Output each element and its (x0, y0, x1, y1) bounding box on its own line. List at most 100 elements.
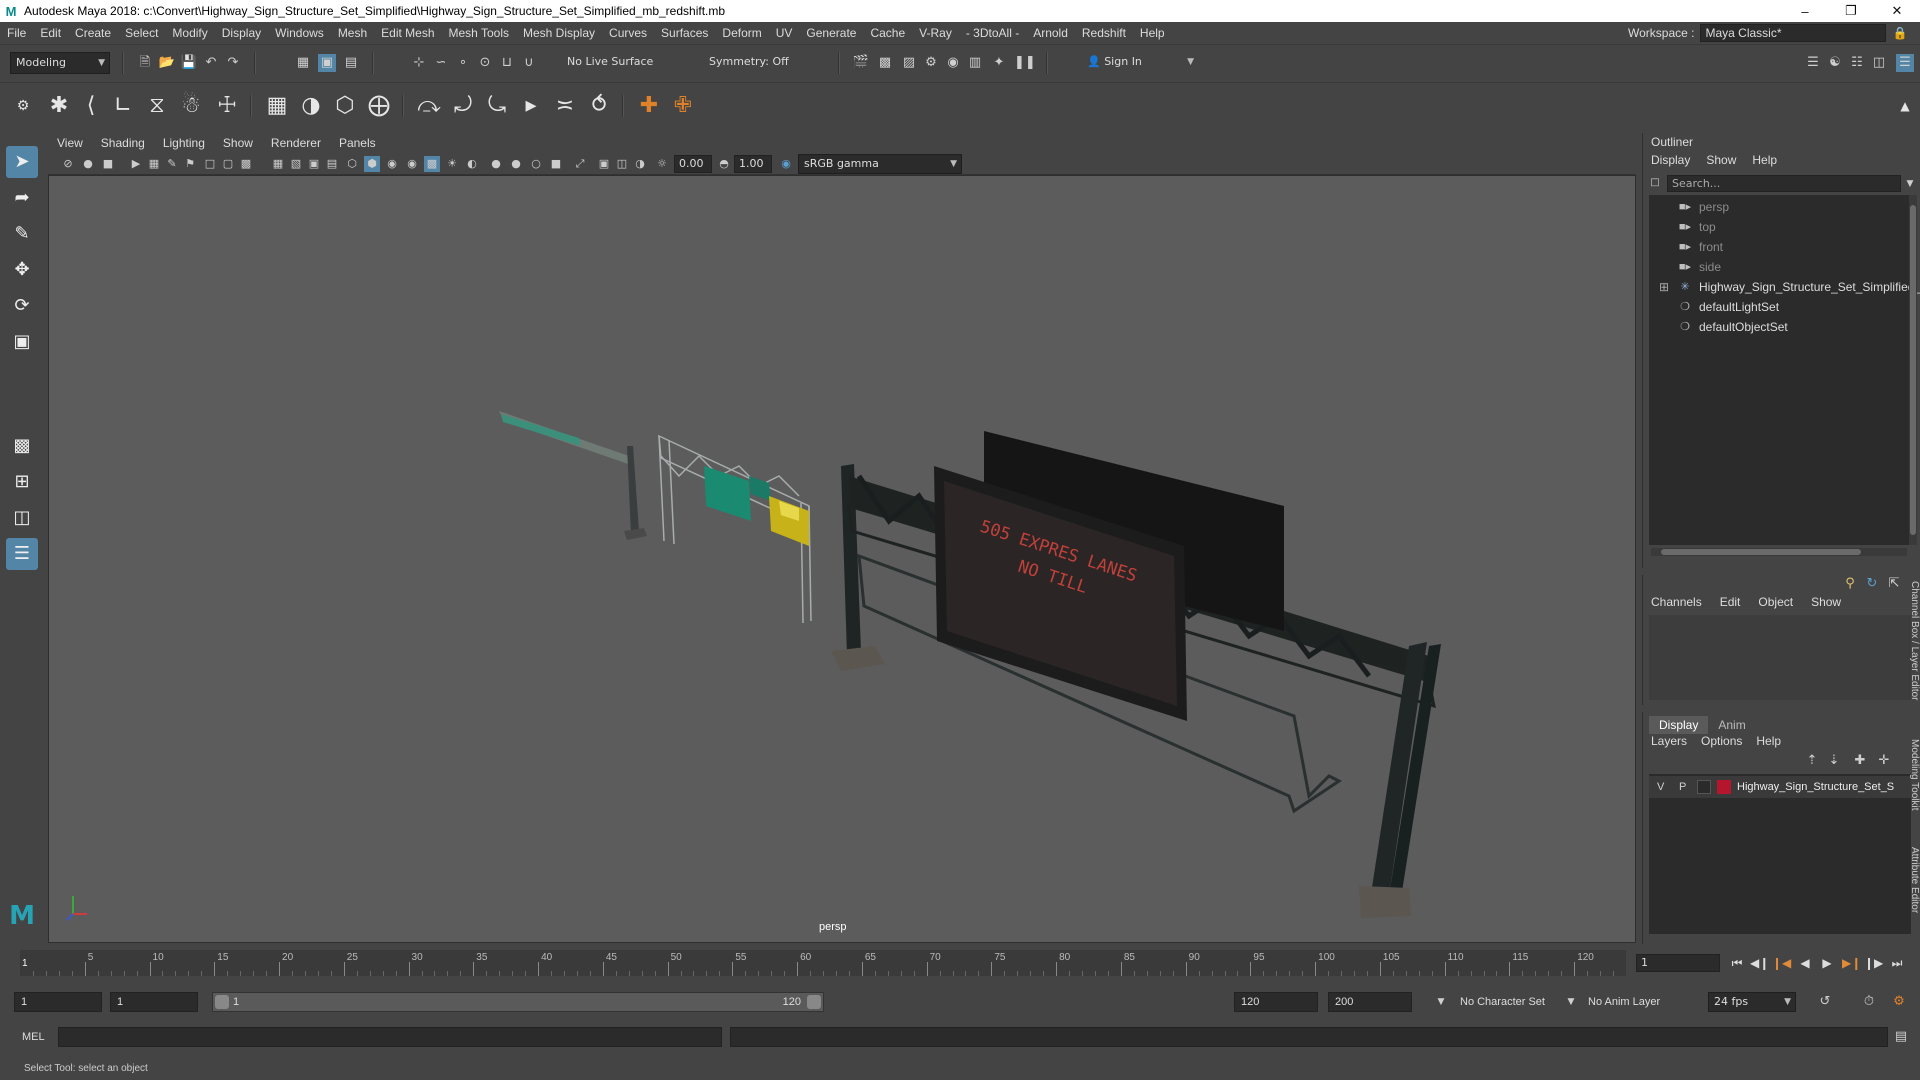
menu-modify[interactable]: Modify (165, 26, 214, 40)
outliner-item-top[interactable]: ■▸ top (1649, 217, 1911, 237)
layer-playback-toggle[interactable]: P (1679, 776, 1686, 798)
bookmark-flag-icon[interactable]: ⚑ (182, 156, 198, 172)
outliner-vertical-scrollbar[interactable] (1909, 195, 1917, 545)
exposure-toggle-icon[interactable]: ☼ (654, 156, 670, 172)
redo-icon[interactable]: ↷ (224, 54, 242, 72)
channel-menu-edit[interactable]: Edit (1720, 595, 1759, 609)
menu-help[interactable]: Help (1133, 26, 1172, 40)
isolate-select-icon[interactable]: ■ (548, 156, 564, 172)
lasso-tool-icon[interactable]: ➦ (6, 182, 38, 214)
scrollbar-thumb[interactable] (1910, 205, 1916, 535)
open-scene-icon[interactable]: 📂 (158, 54, 176, 72)
render-settings-icon[interactable]: ⚙ (922, 54, 940, 72)
expand-icon[interactable]: ⊞ (1659, 277, 1669, 297)
outliner-item-persp[interactable]: ■▸ persp (1649, 197, 1911, 217)
ambient-occlusion-icon[interactable]: ☀ (444, 156, 460, 172)
smooth-shade-icon[interactable]: ⬢ (364, 156, 380, 172)
snap-surface-icon[interactable]: ⊔ (498, 54, 516, 72)
xray-icon[interactable]: ● (488, 156, 504, 172)
menu-arnold[interactable]: Arnold (1026, 26, 1075, 40)
menu-edit[interactable]: Edit (33, 26, 68, 40)
image-plane-icon[interactable]: ▶ (128, 156, 144, 172)
camera-lock-icon[interactable]: ● (80, 156, 96, 172)
render-frame-icon[interactable]: ▩ (876, 54, 894, 72)
character-set-chevron-icon[interactable]: ▼ (1432, 993, 1450, 1011)
four-view-icon[interactable]: ⊞ (6, 466, 38, 498)
lattice-icon[interactable]: ▦ (262, 91, 292, 121)
mode-dropdown[interactable]: Modeling ▼ (10, 52, 110, 74)
rotate-tool-icon[interactable]: ⟳ (6, 290, 38, 322)
select-tool-icon[interactable]: ➤ (6, 146, 38, 178)
ipr-render-icon[interactable]: ▨ (900, 54, 918, 72)
menu-deform[interactable]: Deform (715, 26, 768, 40)
anim-layer-chevron-icon[interactable]: ▼ (1562, 993, 1580, 1011)
command-language-label[interactable]: MEL (22, 1028, 45, 1046)
menu-edit-mesh[interactable]: Edit Mesh (374, 26, 441, 40)
snap-magnet-icon[interactable]: ∪ (520, 54, 538, 72)
lock-icon[interactable]: 🔒 (1892, 26, 1907, 40)
outliner-item-highway-group[interactable]: ⊞ ✳ Highway_Sign_Structure_Set_Simplified_ (1649, 277, 1920, 297)
render-view-icon[interactable]: 🎬 (852, 54, 870, 72)
step-back-icon[interactable]: ◀❙ (1750, 954, 1769, 972)
exposure-field[interactable]: 0.00 (674, 155, 712, 173)
channel-box-icon[interactable]: ☰ (1896, 54, 1914, 72)
menu-file[interactable]: File (0, 26, 33, 40)
bookmark-icon[interactable]: ■ (100, 156, 116, 172)
layer-menu-options[interactable]: Options (1701, 734, 1756, 748)
color-space-dropdown[interactable]: sRGB gamma ▼ (798, 154, 962, 174)
loop-icon[interactable]: ↺ (1816, 993, 1834, 1011)
grid-icon[interactable]: ▦ (270, 156, 286, 172)
menu-mesh[interactable]: Mesh (331, 26, 374, 40)
light-editor-icon[interactable]: ✦ (990, 54, 1008, 72)
menu-redshift[interactable]: Redshift (1075, 26, 1133, 40)
step-forward-key-icon[interactable]: ▶❙ (1842, 954, 1861, 972)
xray-joints-icon[interactable]: ● (508, 156, 524, 172)
vp-menu-lighting[interactable]: Lighting (154, 136, 214, 150)
playback-end-field[interactable]: 120 (1234, 992, 1318, 1012)
snap-grid-icon[interactable]: ⊹ (410, 54, 428, 72)
camera-attributes-icon[interactable]: ⊘ (60, 156, 76, 172)
channel-menu-show[interactable]: Show (1811, 595, 1859, 609)
hud-icon[interactable]: ⤢ (572, 156, 588, 172)
new-scene-icon[interactable]: 🗎 (136, 54, 154, 72)
shelf-scroll-icon[interactable]: ▲ (1890, 91, 1920, 121)
step-forward-icon[interactable]: ❙▶ (1864, 954, 1883, 972)
layer-color-swatch[interactable] (1717, 780, 1731, 794)
menu-mesh-display[interactable]: Mesh Display (516, 26, 602, 40)
sign-in-button[interactable]: 👤 Sign In ▼ (1082, 52, 1198, 74)
channel-sync-icon[interactable]: ↻ (1863, 575, 1881, 593)
pause-icon[interactable]: ❚❚ (1014, 54, 1036, 72)
two-view-icon[interactable]: ◫ (6, 502, 38, 534)
tab-anim[interactable]: Anim (1708, 716, 1755, 734)
safe-action-icon[interactable]: ▣ (306, 156, 322, 172)
render-setup-icon[interactable]: ▥ (966, 54, 984, 72)
layer-reference-toggle[interactable] (1697, 780, 1711, 794)
blend-shape-icon[interactable]: ⤼ (414, 91, 444, 121)
move-layer-up-icon[interactable]: ⇡ (1803, 752, 1821, 770)
character-set-dropdown[interactable]: No Character Set (1460, 992, 1545, 1012)
vp-menu-panels[interactable]: Panels (330, 136, 385, 150)
menu-mesh-tools[interactable]: Mesh Tools (442, 26, 516, 40)
live-surface-field[interactable]: No Live Surface (562, 52, 662, 74)
menu-select[interactable]: Select (118, 26, 165, 40)
new-layer-icon[interactable]: ✚ (1851, 752, 1869, 770)
safe-title-icon[interactable]: ▤ (324, 156, 340, 172)
use-lights-icon[interactable]: ◉ (404, 156, 420, 172)
move-tool-icon[interactable]: ✥ (6, 254, 38, 286)
character-controls-icon[interactable]: ☯ (1826, 54, 1844, 72)
layer-row[interactable]: V P Highway_Sign_Structure_Set_S (1649, 776, 1911, 798)
quick-rig-icon[interactable]: ☃ (176, 91, 206, 121)
undo-icon[interactable]: ↶ (202, 54, 220, 72)
locator-icon[interactable]: ✚ (634, 91, 664, 121)
cluster-icon[interactable]: ⨁ (364, 91, 394, 121)
side-tab-channel-box[interactable]: Channel Box / Layer Editor (1903, 581, 1920, 701)
xray-active-icon[interactable]: ○ (528, 156, 544, 172)
gamma-icon[interactable]: ◓ (716, 156, 732, 172)
close-icon[interactable]: ✕ (1874, 3, 1920, 19)
create-joints-icon[interactable]: ✱ (44, 91, 74, 121)
symmetry-dropdown[interactable]: Symmetry: Off (704, 52, 804, 74)
wire-icon[interactable]: ⥀ (584, 91, 614, 121)
workspace-dropdown[interactable]: Maya Classic* (1700, 24, 1887, 42)
layer-menu-layers[interactable]: Layers (1651, 734, 1701, 748)
menu-surfaces[interactable]: Surfaces (654, 26, 715, 40)
